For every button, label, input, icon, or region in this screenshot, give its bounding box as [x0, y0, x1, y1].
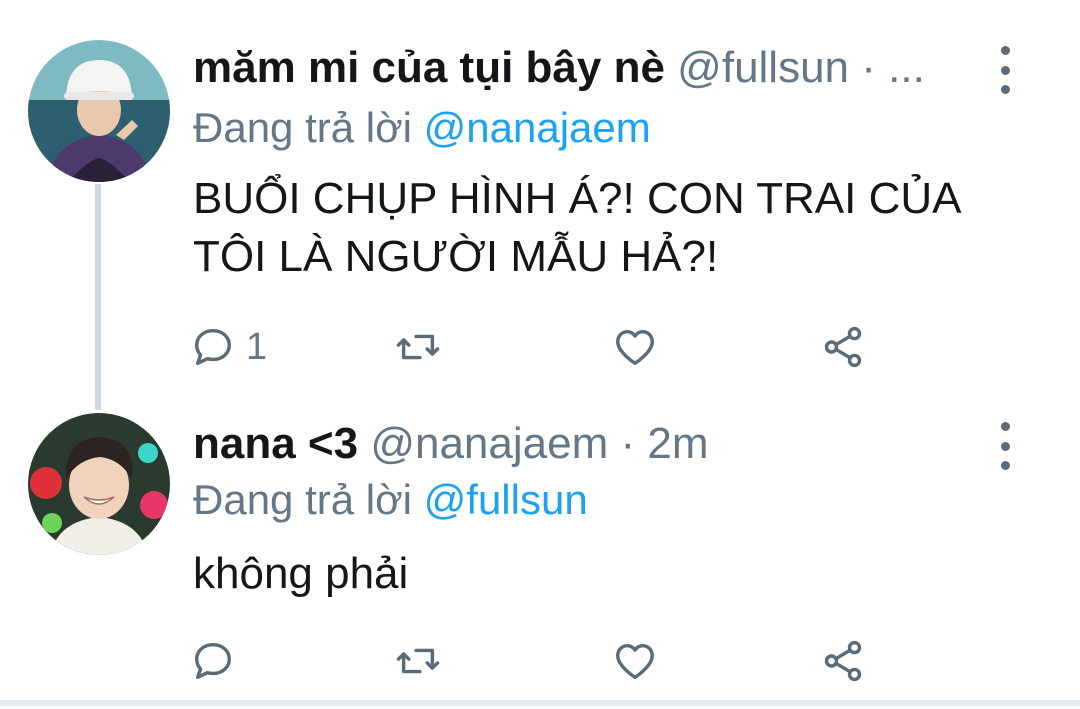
- reply-count: 1: [246, 325, 268, 368]
- like-button[interactable]: [612, 322, 658, 372]
- tweet-header: măm mi của tụi bây nè @fullsun · ...: [193, 38, 970, 98]
- divider: [0, 700, 1080, 706]
- like-icon: [616, 329, 654, 366]
- reply-icon: [194, 642, 232, 680]
- replying-to-label: Đang trả lời: [193, 104, 412, 151]
- tweet-header: nana <3 @nanajaem · 2m: [193, 414, 970, 474]
- more-icon[interactable]: [990, 46, 1020, 94]
- share-icon: [824, 640, 862, 682]
- share-button[interactable]: [820, 322, 866, 372]
- tweet-actions: [190, 636, 890, 686]
- share-icon: [824, 326, 862, 368]
- avatar[interactable]: [28, 40, 170, 182]
- timestamp: 2m: [647, 419, 709, 468]
- tweet-text: không phải: [193, 549, 409, 598]
- mention-link[interactable]: @nanajaem: [424, 104, 651, 151]
- tweet-nanajaem[interactable]: nana <3 @nanajaem · 2m Đang trả lời @ful…: [0, 400, 1080, 700]
- replying-to: Đang trả lời @fullsun: [193, 476, 588, 524]
- mention-link[interactable]: @fullsun: [424, 476, 588, 523]
- replying-to: Đang trả lời @nanajaem: [193, 104, 651, 152]
- timestamp: ...: [888, 43, 925, 92]
- like-button[interactable]: [612, 636, 658, 686]
- replying-to-label: Đang trả lời: [193, 476, 412, 523]
- tweet-actions: 1: [190, 322, 890, 372]
- tweet-fullsun[interactable]: măm mi của tụi bây nè @fullsun · ... Đan…: [0, 0, 1080, 400]
- display-name[interactable]: măm mi của tụi bây nè: [193, 43, 665, 92]
- reply-button[interactable]: [190, 636, 236, 686]
- avatar[interactable]: [28, 413, 170, 555]
- display-name[interactable]: nana <3: [193, 419, 358, 468]
- more-icon[interactable]: [990, 422, 1020, 470]
- share-button[interactable]: [820, 636, 866, 686]
- reply-button[interactable]: 1: [190, 322, 267, 372]
- separator-dot: ·: [620, 419, 636, 468]
- retweet-button[interactable]: [395, 636, 441, 686]
- reply-icon: [194, 328, 232, 366]
- retweet-icon: [396, 648, 440, 674]
- separator-dot: ·: [861, 43, 876, 92]
- user-handle[interactable]: @nanajaem: [370, 419, 608, 468]
- like-icon: [616, 643, 654, 680]
- retweet-button[interactable]: [395, 322, 441, 372]
- tweet-text: BUỔI CHỤP HÌNH Á?! CON TRAI CỦA TÔI LÀ N…: [193, 174, 960, 281]
- retweet-icon: [396, 334, 440, 360]
- user-handle[interactable]: @fullsun: [677, 43, 849, 92]
